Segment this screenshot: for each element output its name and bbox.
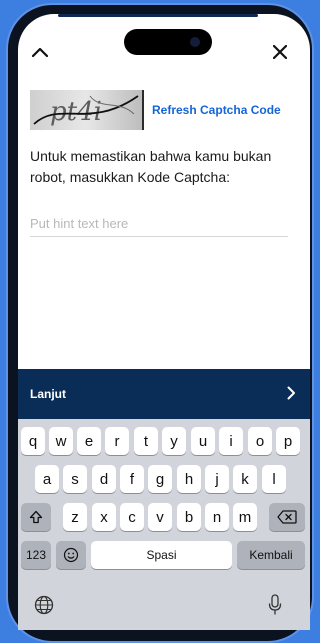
key-y[interactable]: y bbox=[162, 427, 186, 455]
key-z[interactable]: z bbox=[63, 503, 87, 531]
key-h[interactable]: h bbox=[177, 465, 201, 493]
space-key[interactable]: Spasi bbox=[91, 541, 232, 569]
key-j[interactable]: j bbox=[205, 465, 229, 493]
key-d[interactable]: d bbox=[92, 465, 116, 493]
captcha-input[interactable] bbox=[30, 210, 288, 237]
return-key[interactable]: Kembali bbox=[237, 541, 305, 569]
shift-icon[interactable] bbox=[21, 503, 51, 531]
key-m[interactable]: m bbox=[233, 503, 257, 531]
keyboard: q w e r t y u i o p a s d f g h j k l z … bbox=[18, 419, 310, 630]
key-o[interactable]: o bbox=[248, 427, 272, 455]
chevron-up-icon[interactable] bbox=[28, 40, 52, 64]
microphone-icon[interactable] bbox=[268, 594, 282, 621]
key-n[interactable]: n bbox=[205, 503, 229, 531]
dynamic-island bbox=[124, 29, 212, 55]
key-k[interactable]: k bbox=[233, 465, 257, 493]
captcha-graphic: pt4i bbox=[33, 95, 139, 127]
top-accent-line bbox=[58, 14, 258, 17]
key-f[interactable]: f bbox=[120, 465, 144, 493]
key-c[interactable]: c bbox=[120, 503, 144, 531]
key-e[interactable]: e bbox=[77, 427, 101, 455]
key-g[interactable]: g bbox=[148, 465, 172, 493]
key-w[interactable]: w bbox=[49, 427, 73, 455]
close-icon[interactable] bbox=[268, 40, 292, 64]
key-u[interactable]: u bbox=[191, 427, 215, 455]
emoji-icon[interactable] bbox=[56, 541, 86, 569]
key-l[interactable]: l bbox=[262, 465, 286, 493]
chevron-right-icon bbox=[287, 386, 296, 403]
key-p[interactable]: p bbox=[276, 427, 300, 455]
key-b[interactable]: b bbox=[177, 503, 201, 531]
numbers-key[interactable]: 123 bbox=[21, 541, 51, 569]
refresh-captcha-link[interactable]: Refresh Captcha Code bbox=[152, 103, 281, 117]
continue-button[interactable]: Lanjut bbox=[18, 369, 310, 419]
key-q[interactable]: q bbox=[21, 427, 45, 455]
key-t[interactable]: t bbox=[134, 427, 158, 455]
key-s[interactable]: s bbox=[63, 465, 87, 493]
captcha-image: pt4i bbox=[30, 90, 144, 130]
globe-icon[interactable] bbox=[34, 595, 54, 620]
key-i[interactable]: i bbox=[219, 427, 243, 455]
continue-label: Lanjut bbox=[30, 387, 66, 401]
key-x[interactable]: x bbox=[92, 503, 116, 531]
captcha-text: pt4i bbox=[50, 97, 102, 127]
screen: pt4i Refresh Captcha Code Untuk memastik… bbox=[18, 14, 310, 630]
keyboard-bottom-bar bbox=[18, 589, 310, 621]
captcha-prompt: Untuk memastikan bahwa kamu bukan robot,… bbox=[30, 148, 272, 185]
key-r[interactable]: r bbox=[105, 427, 129, 455]
backspace-icon[interactable] bbox=[269, 503, 305, 531]
key-a[interactable]: a bbox=[35, 465, 59, 493]
key-v[interactable]: v bbox=[148, 503, 172, 531]
camera-icon bbox=[190, 37, 200, 47]
captcha-row: pt4i Refresh Captcha Code bbox=[30, 84, 300, 136]
